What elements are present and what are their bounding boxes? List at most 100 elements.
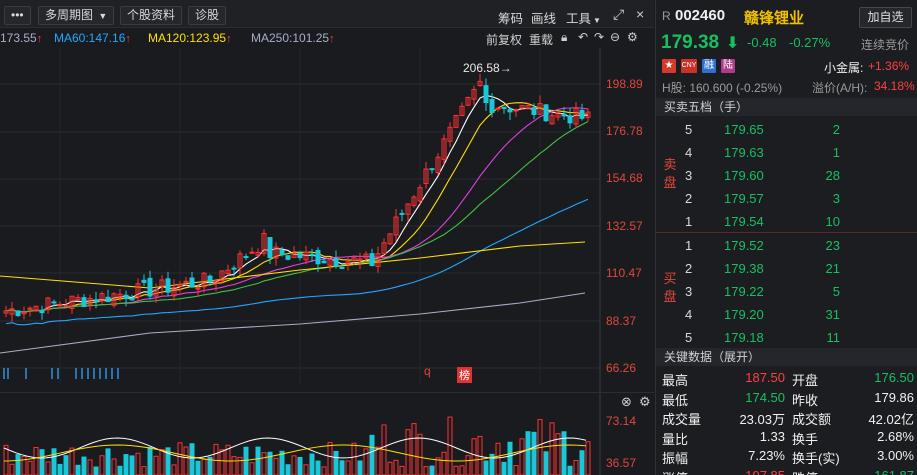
vol-tick-1: 73.14 [606, 414, 637, 428]
h-share-quote[interactable]: H股: 160.600 (-0.25%) [662, 79, 782, 96]
zoom-out-icon[interactable]: ⊖ [610, 30, 620, 44]
volume-close-icon[interactable]: ⊗ [621, 394, 632, 410]
volume-bar [513, 465, 519, 475]
buy-order-row[interactable]: 4 179.20 31 [656, 303, 917, 326]
candle-body [561, 113, 567, 117]
volume-bar [567, 465, 573, 475]
sell-order-row[interactable]: 2 179.57 3 [656, 187, 917, 210]
premium-value: 34.18% [874, 79, 915, 93]
orderbook-divider [656, 232, 917, 233]
volume-bar [471, 438, 477, 475]
tools-menu[interactable]: 工具 ▼ [566, 8, 601, 27]
volume-bar [429, 465, 435, 475]
market-tag: R [662, 9, 671, 23]
multi-period-dropdown[interactable]: 多周期图 ▼ [38, 6, 114, 25]
close-panel-icon[interactable]: × [636, 6, 644, 22]
ma10-line [5, 102, 589, 313]
sell-order-price: 179.65 [724, 122, 764, 137]
event-letter[interactable]: q [424, 364, 431, 378]
buy-order-level: 5 [685, 330, 693, 345]
volume-bar [237, 456, 243, 475]
draw-line-button[interactable]: 画线 [531, 8, 556, 27]
sell-order-row[interactable]: 4 179.63 1 [656, 141, 917, 164]
dragon-tiger-badge[interactable]: 榜 [457, 367, 472, 383]
candle-body [339, 266, 345, 269]
ma60-value: MA60:147.16↑ [54, 31, 131, 45]
candle-body [165, 278, 171, 293]
buy-order-level: 3 [685, 284, 693, 299]
buy-order-row[interactable]: 3 179.22 5 [656, 280, 917, 303]
candle-body [93, 299, 99, 303]
volume-gear-icon[interactable]: ⚙ [639, 394, 651, 410]
volume-bar [579, 450, 585, 475]
volume-bar [525, 431, 531, 475]
stock-info-button[interactable]: 个股资料 [120, 6, 183, 25]
volume-bar [453, 465, 459, 475]
candle-body [567, 115, 573, 124]
diagnose-button[interactable]: 诊股 [188, 6, 227, 25]
key-data-label: 振幅 [662, 451, 689, 466]
fullscreen-icon[interactable]: ⤢ [613, 6, 624, 23]
kline-chart[interactable] [0, 48, 654, 475]
sector-label[interactable]: 小金属: [824, 59, 863, 76]
volume-bar [9, 463, 15, 475]
candle-body [543, 104, 549, 122]
chip-button[interactable]: 筹码 [498, 8, 523, 27]
volume-bar [153, 455, 159, 475]
sell-order-row[interactable]: 5 179.65 2 [656, 118, 917, 141]
volume-bar [261, 452, 267, 475]
volume-bar [399, 465, 405, 475]
redo-icon[interactable]: ↷ [594, 30, 604, 44]
buy-order-price: 179.20 [724, 307, 764, 322]
candle-body [63, 305, 69, 308]
candle-body [105, 296, 111, 303]
ma-legend-row: 173.55↑ MA60:147.16↑ MA120:123.95↑ MA250… [0, 28, 654, 48]
volume-bar [39, 449, 45, 475]
candle-body [285, 255, 291, 260]
buy-order-price: 179.18 [724, 330, 764, 345]
buy-order-row[interactable]: 1 179.52 23 [656, 234, 917, 257]
ma-partial-value: 173.55↑ [0, 31, 43, 45]
menu-button[interactable]: ••• [4, 6, 31, 25]
stock-code: 002460 [675, 7, 726, 24]
candle-body [279, 249, 285, 256]
sell-order-row[interactable]: 3 179.60 28 [656, 164, 917, 187]
y-tick-6: 88.37 [606, 314, 637, 328]
reload-button[interactable]: 重载 [529, 31, 553, 48]
buy-order-row[interactable]: 2 179.38 21 [656, 257, 917, 280]
volume-bar [333, 450, 339, 475]
lock-icon[interactable]: 🔒︎ [561, 30, 567, 45]
volume-bar [405, 429, 411, 475]
sell-order-price: 179.57 [724, 191, 764, 206]
buy-order-level: 2 [685, 261, 693, 276]
volume-bar [45, 461, 51, 475]
volume-bar [573, 460, 579, 475]
volume-bar [501, 461, 507, 475]
y-tick-7: 66.26 [606, 361, 637, 375]
buy-order-row[interactable]: 5 179.18 11 [656, 326, 917, 349]
fuquan-button[interactable]: 前复权 [486, 31, 522, 48]
key-data-value: 3.00% [877, 448, 914, 463]
volume-bar [189, 443, 195, 475]
sell-order-level: 1 [685, 214, 693, 229]
sell-order-row[interactable]: 1 179.54 10 [656, 210, 917, 233]
volume-bar [585, 441, 591, 475]
stock-name: 赣锋锂业 [744, 10, 805, 27]
volume-bar [519, 438, 525, 475]
key-data-value: 23.03万 [739, 412, 785, 427]
key-data-label: 换手 [792, 431, 819, 447]
candle-body [507, 109, 513, 113]
gear-icon[interactable]: ⚙ [627, 30, 638, 44]
key-data-header[interactable]: 关键数据（展开） [656, 348, 917, 366]
volume-bar [201, 458, 207, 475]
volume-bar [255, 446, 261, 475]
volume-bar [99, 455, 105, 475]
cny-badge: CNY [681, 59, 697, 73]
undo-icon[interactable]: ↶ [578, 30, 588, 44]
add-watchlist-button[interactable]: 加自选 [859, 7, 912, 28]
key-data-value: 161.87 [874, 467, 914, 475]
volume-bar [423, 466, 429, 475]
y-tick-5: 110.47 [606, 266, 642, 280]
candle-body [297, 252, 303, 259]
premium-label: 溢价(A/H): [812, 81, 868, 95]
